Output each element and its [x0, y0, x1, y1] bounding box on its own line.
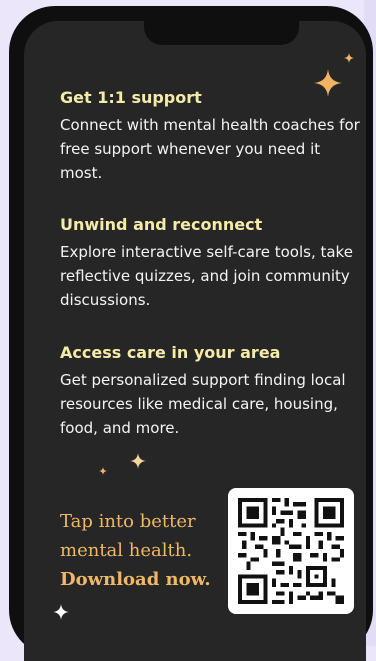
sparkle-white-icon [53, 604, 69, 620]
phone-frame: Get 1:1 support Connect with mental heal… [9, 6, 373, 661]
feature-support: Get 1:1 support Connect with mental heal… [60, 87, 360, 185]
feature-local-care-body: Get personalized support finding local r… [60, 371, 346, 437]
feature-support-title: Get 1:1 support [60, 88, 202, 107]
download-tagline: Tap into better mental health. Download … [60, 507, 220, 594]
feature-unwind: Unwind and reconnect Explore interactive… [60, 214, 360, 312]
qr-code-icon [238, 498, 344, 604]
sparkle-small-icon [344, 53, 354, 63]
phone-notch [144, 21, 299, 45]
feature-local-care: Access care in your area Get personalize… [60, 342, 360, 440]
feature-unwind-body: Explore interactive self-care tools, tak… [60, 243, 353, 309]
tagline-line-1: Tap into better [60, 511, 196, 532]
phone-screen: Get 1:1 support Connect with mental heal… [24, 21, 366, 661]
download-qr-code[interactable] [228, 488, 354, 614]
feature-support-body: Connect with mental health coaches for f… [60, 116, 360, 182]
sparkle-medium-icon [130, 453, 146, 469]
tagline-line-2: mental health. [60, 540, 193, 561]
feature-local-care-title: Access care in your area [60, 343, 281, 362]
tagline-line-3[interactable]: Download now. [60, 565, 220, 594]
sparkle-tiny-icon [99, 467, 107, 475]
feature-unwind-title: Unwind and reconnect [60, 215, 263, 234]
